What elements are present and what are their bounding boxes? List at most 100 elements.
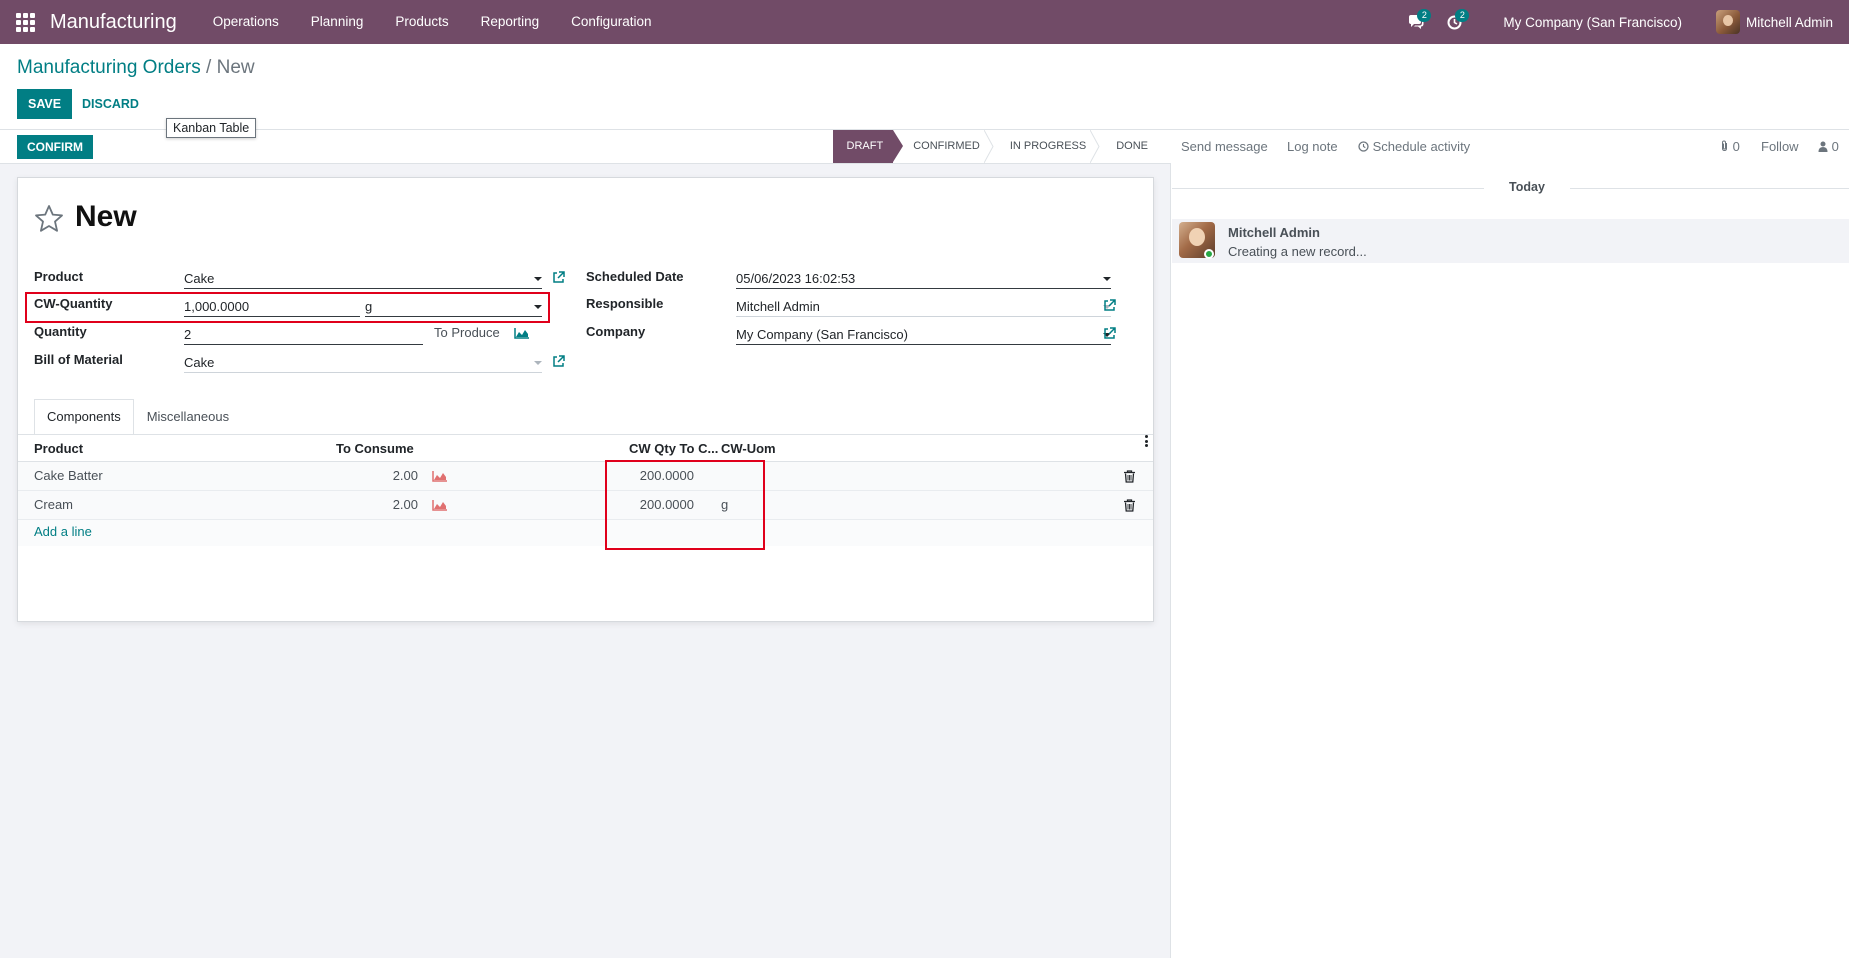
attachments-count: 0: [1732, 139, 1740, 154]
table-row[interactable]: Cake Batter 2.00 200.0000: [18, 462, 1153, 491]
trash-icon[interactable]: [1124, 499, 1135, 512]
bom-field[interactable]: Cake: [184, 353, 542, 373]
save-button[interactable]: SAVE: [17, 89, 73, 119]
messages-systray[interactable]: 2: [1397, 0, 1435, 44]
menu-products[interactable]: Products: [379, 0, 464, 44]
responsible-label: Responsible: [586, 296, 664, 311]
row-to-consume: 2.00: [392, 497, 418, 512]
stage-confirmed[interactable]: CONFIRMED: [893, 130, 994, 163]
responsible-field[interactable]: Mitchell Admin: [736, 297, 1111, 317]
col-cw-uom[interactable]: CW-Uom: [721, 435, 776, 462]
stage-pipeline: DRAFT CONFIRMED IN PROGRESS DONE: [832, 130, 1158, 163]
cw-uom-value: g: [365, 299, 373, 314]
col-product[interactable]: Product: [34, 435, 83, 462]
tab-miscellaneous[interactable]: Miscellaneous: [134, 399, 242, 434]
cw-quantity-field[interactable]: 1,000.0000: [184, 297, 360, 317]
breadcrumb: Manufacturing Orders / New: [17, 57, 255, 79]
forecast-chart-icon[interactable]: [432, 470, 448, 482]
scheduled-date-label: Scheduled Date: [586, 269, 684, 284]
bom-value: Cake: [184, 355, 215, 370]
row-product: Cake Batter: [34, 468, 103, 483]
product-value: Cake: [184, 271, 215, 286]
tab-components[interactable]: Components: [34, 399, 134, 435]
cw-columns-highlight: [605, 460, 765, 550]
quantity-field[interactable]: 2: [184, 325, 423, 345]
breadcrumb-manufacturing-orders[interactable]: Manufacturing Orders: [17, 57, 201, 78]
table-row[interactable]: Cream 2.00 200.0000 g: [18, 491, 1153, 520]
user-menu[interactable]: Mitchell Admin: [1715, 10, 1849, 34]
star-icon[interactable]: [33, 203, 65, 235]
date-separator-label: Today: [1509, 180, 1545, 194]
external-link-icon[interactable]: [552, 271, 565, 284]
cw-uom-field[interactable]: g: [365, 297, 542, 317]
form-sheet: New Product Cake CW-Quantity 1,000.0000 …: [17, 177, 1154, 622]
forecast-chart-icon[interactable]: [432, 499, 448, 511]
col-to-consume[interactable]: To Consume: [336, 435, 414, 462]
notebook-tabs: Components Miscellaneous: [34, 399, 242, 435]
external-link-icon[interactable]: [552, 355, 565, 368]
follow-button[interactable]: Follow: [1761, 130, 1799, 164]
row-to-consume: 2.00: [392, 468, 418, 483]
followers-count: 0: [1831, 139, 1839, 154]
apps-menu-icon[interactable]: [0, 0, 50, 44]
record-title: New: [75, 200, 137, 233]
app-name[interactable]: Manufacturing: [50, 11, 177, 34]
menu-reporting[interactable]: Reporting: [465, 0, 556, 44]
activities-badge: 2: [1455, 9, 1470, 22]
stage-in-progress-label: IN PROGRESS: [1009, 140, 1087, 152]
schedule-activity-button[interactable]: Schedule activity: [1358, 130, 1470, 164]
scheduled-date-field[interactable]: 05/06/2023 16:02:53: [736, 269, 1111, 289]
messages-badge: 2: [1417, 9, 1432, 22]
chevron-down-icon: [1103, 277, 1111, 281]
stage-draft[interactable]: DRAFT: [832, 130, 903, 163]
responsible-value: Mitchell Admin: [736, 299, 820, 314]
main-menu: Operations Planning Products Reporting C…: [197, 0, 668, 44]
company-label: Company: [586, 324, 646, 339]
user-icon: [1818, 141, 1828, 152]
menu-planning[interactable]: Planning: [295, 0, 380, 44]
schedule-activity-label: Schedule activity: [1372, 139, 1471, 154]
menu-operations[interactable]: Operations: [197, 0, 295, 44]
trash-icon[interactable]: [1124, 470, 1135, 483]
breadcrumb-current: New: [216, 57, 255, 78]
activities-systray[interactable]: 2: [1435, 0, 1473, 44]
product-field[interactable]: Cake: [184, 269, 542, 289]
chatter: Send message Log note Schedule activity …: [1172, 130, 1849, 958]
quantity-label: Quantity: [34, 324, 87, 339]
message-body: Creating a new record...: [1228, 244, 1367, 259]
chevron-down-icon: [534, 277, 542, 281]
stage-in-progress[interactable]: IN PROGRESS: [990, 130, 1100, 163]
menu-configuration[interactable]: Configuration: [555, 0, 667, 44]
add-line-link[interactable]: Add a line: [18, 520, 1153, 546]
tooltip: Kanban Table: [166, 118, 257, 138]
confirm-button[interactable]: CONFIRM: [17, 135, 93, 159]
bom-label: Bill of Material: [34, 352, 123, 367]
components-table: Product To Consume CW Qty To C... CW-Uom…: [18, 435, 1153, 546]
company-field[interactable]: My Company (San Francisco): [736, 325, 1111, 345]
user-avatar: [1715, 10, 1740, 34]
to-produce-label: To Produce: [434, 325, 500, 340]
forecast-chart-icon[interactable]: [514, 327, 530, 339]
row-product: Cream: [34, 497, 74, 512]
paperclip-icon: [1722, 140, 1727, 152]
col-cw-qty[interactable]: CW Qty To C...: [629, 435, 718, 462]
breadcrumb-separator: /: [206, 57, 212, 78]
company-switcher[interactable]: My Company (San Francisco): [1473, 15, 1716, 30]
external-link-icon[interactable]: [1103, 327, 1116, 340]
top-navbar: Manufacturing Operations Planning Produc…: [0, 0, 1849, 44]
log-note-button[interactable]: Log note: [1287, 130, 1338, 164]
discard-button[interactable]: DISCARD: [72, 89, 149, 119]
table-header: Product To Consume CW Qty To C... CW-Uom: [18, 435, 1153, 462]
cw-quantity-label: CW-Quantity: [34, 296, 113, 311]
external-link-icon[interactable]: [1103, 299, 1116, 312]
optional-columns-icon[interactable]: [1145, 435, 1148, 449]
separator-line: [1570, 188, 1849, 189]
stage-done[interactable]: DONE: [1096, 130, 1158, 163]
attachments-button[interactable]: 0: [1720, 130, 1740, 164]
message-author[interactable]: Mitchell Admin: [1228, 225, 1320, 240]
online-status-icon: [1204, 249, 1214, 259]
send-message-button[interactable]: Send message: [1181, 130, 1268, 164]
chevron-down-icon: [534, 305, 542, 309]
control-panel: Manufacturing Orders / New SAVE DISCARD: [0, 44, 1849, 130]
followers-button[interactable]: 0: [1818, 130, 1839, 164]
